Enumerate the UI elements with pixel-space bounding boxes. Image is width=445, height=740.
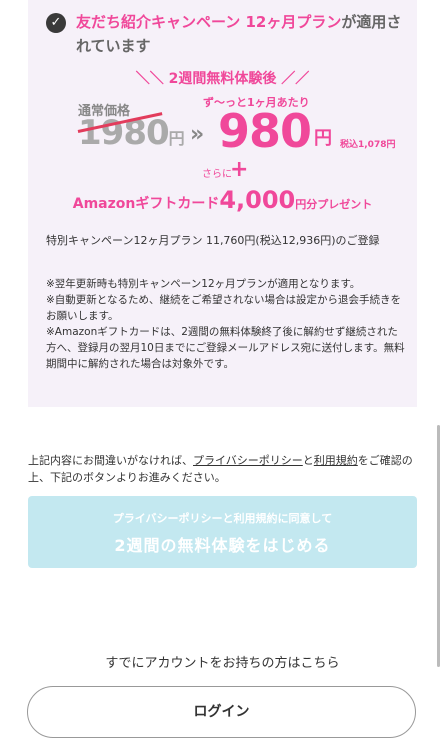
login-button[interactable]: ログイン (27, 686, 416, 738)
double-arrow-icon: » (190, 122, 205, 147)
check-circle-icon: ✓ (46, 13, 66, 33)
sarani-label: さらに (202, 169, 232, 180)
trial-button-label: 2週間の無料体験をはじめる (114, 536, 331, 555)
gift-card-offer: Amazonギフトカード4,000円分プレゼント (28, 186, 417, 214)
note-auto-renew: ※自動更新となるため、継続をご希望されない場合は設定から退会手続きをお願いします… (46, 294, 401, 322)
terms-link[interactable]: 利用規約 (314, 454, 358, 467)
existing-account-text: すでにアカウントをお持ちの方はこちら (105, 656, 340, 671)
trial-banner: ＼＼ 2週間無料体験後 ／／ (135, 71, 310, 87)
plan-description: 特別キャンペーン12ヶ月プラン 11,760円(税込12,936円)のご登録 (46, 234, 380, 247)
campaign-applied-text: 友だち紹介キャンペーン 12ヶ月プランが適用されています (76, 10, 406, 58)
privacy-policy-link[interactable]: プライバシーポリシー (193, 454, 303, 467)
note-renewal: ※翌年更新時も特別キャンペーン12ヶ月プランが適用となります。 (46, 278, 361, 290)
confirm-text-1: 上記内容にお間違いがなければ、 (28, 454, 193, 467)
scrollbar[interactable] (437, 425, 440, 667)
gift-card-amount: 4,000 (219, 186, 296, 214)
confirm-text-2: と (302, 454, 314, 467)
sale-price-yen: 円 (314, 128, 332, 149)
gift-card-label: Amazonギフトカード (72, 196, 220, 212)
trial-button-sublabel: プライバシーポリシーと利用規約に同意して (112, 512, 333, 525)
tax-included-price: 税込1,078円 (340, 140, 396, 150)
start-free-trial-button[interactable]: プライバシーポリシーと利用規約に同意して 2週間の無料体験をはじめる (28, 496, 417, 568)
plus-icon: + (230, 157, 249, 182)
campaign-card: ✓ 友だち紹介キャンペーン 12ヶ月プランが適用されています ＼＼ 2週間無料体… (28, 0, 417, 407)
confirmation-text: 上記内容にお間違いがなければ、プライバシーポリシーと利用規約をご確認の上、下記の… (28, 452, 418, 486)
notes-list: ※翌年更新時も特別キャンペーン12ヶ月プランが適用となります。 ※自動更新となる… (46, 276, 406, 372)
sale-price: 980 (218, 104, 312, 158)
regular-price-yen: 円 (168, 129, 185, 148)
regular-price-value: 1980 (78, 113, 170, 153)
gift-card-suffix: 円分プレゼント (295, 198, 373, 211)
note-gift-card: ※Amazonギフトカードは、2週間の無料体験終了後に解約せず継続された方へ、登… (46, 326, 405, 370)
campaign-name: 友だち紹介キャンペーン 12ヶ月プラン (76, 13, 342, 31)
